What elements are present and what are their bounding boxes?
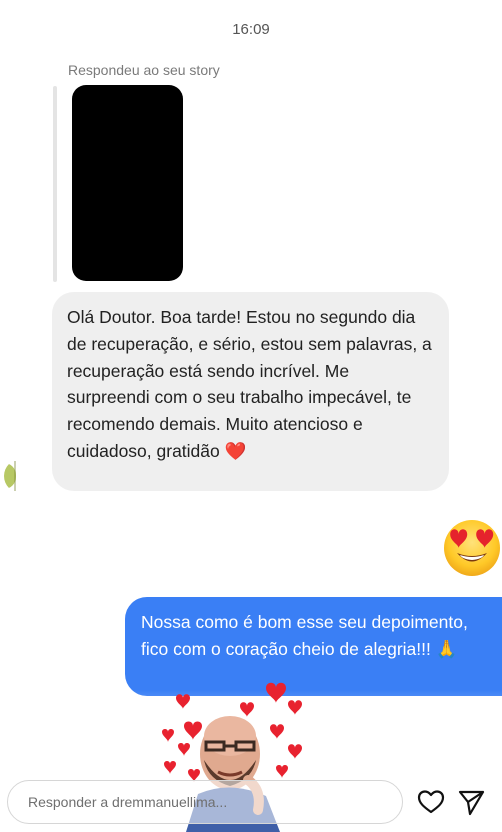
incoming-message[interactable]: Olá Doutor. Boa tarde! Estou no segundo … [52, 292, 449, 491]
red-heart-emoji: ❤️ [224, 440, 247, 461]
reply-placeholder: Responder a dremmanuellima... [28, 794, 228, 810]
heart-eyes-emoji-icon[interactable] [442, 518, 502, 578]
heart-outline-icon[interactable] [416, 787, 446, 817]
praying-hands-emoji: 🙏 [435, 638, 458, 659]
story-thumbnail[interactable] [72, 85, 183, 281]
reply-input[interactable]: Responder a dremmanuellima... [7, 780, 403, 824]
incoming-message-text: Olá Doutor. Boa tarde! Estou no segundo … [67, 307, 432, 461]
story-reply-label: Respondeu ao seu story [68, 62, 220, 78]
story-quote-line [53, 86, 57, 282]
avatar[interactable] [4, 459, 38, 493]
paper-plane-icon[interactable] [456, 787, 486, 817]
outgoing-message-text: Nossa como é bom esse seu depoimento, fi… [141, 612, 468, 659]
status-time: 16:09 [232, 21, 270, 38]
